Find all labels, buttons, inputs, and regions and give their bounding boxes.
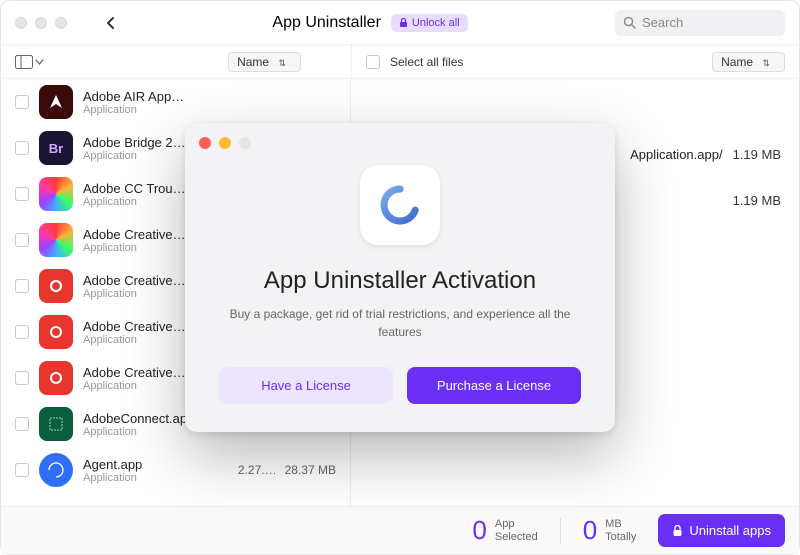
activation-modal: App Uninstaller Activation Buy a package… [185,123,615,432]
modal-close[interactable] [199,137,211,149]
app-logo-icon [360,165,440,245]
purchase-license-button[interactable]: Purchase a License [407,367,581,404]
have-license-button[interactable]: Have a License [219,367,393,404]
modal-button-row: Have a License Purchase a License [219,367,581,404]
modal-overlay: App Uninstaller Activation Buy a package… [1,1,799,554]
modal-max[interactable] [239,137,251,149]
modal-title: App Uninstaller Activation [264,267,536,295]
modal-traffic-lights [185,137,615,157]
modal-body: App Uninstaller Activation Buy a package… [185,157,615,404]
modal-min[interactable] [219,137,231,149]
modal-subtitle: Buy a package, get rid of trial restrict… [219,305,581,341]
